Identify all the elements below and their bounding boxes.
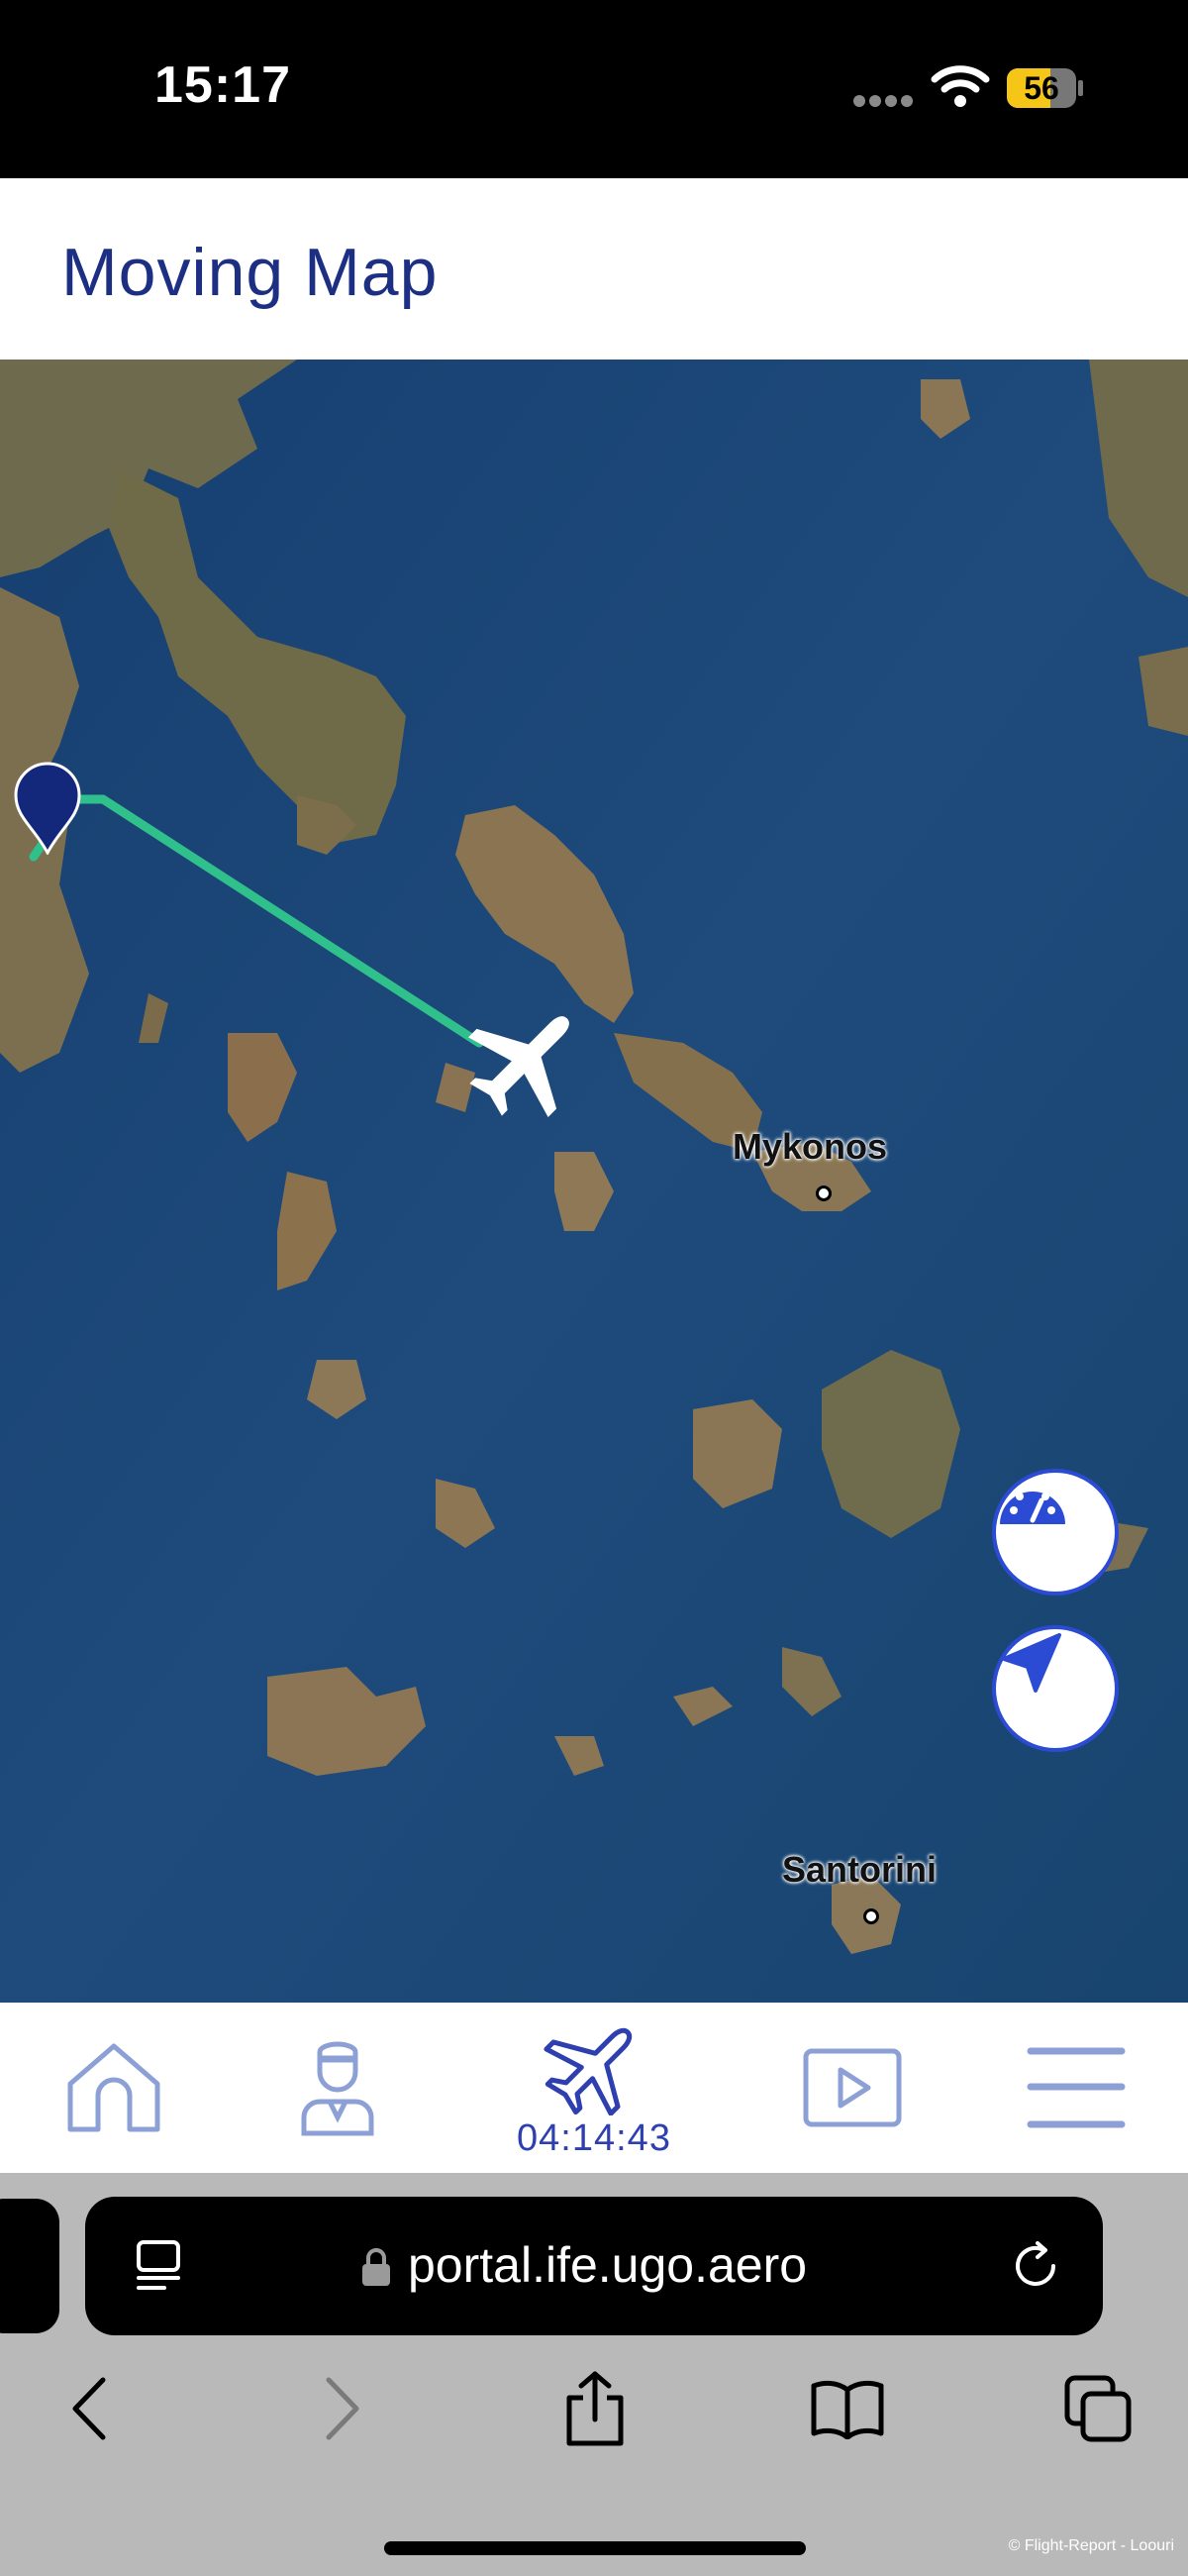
address-bar[interactable]: portal.ife.ugo.aero — [85, 2197, 1103, 2335]
browser-chrome: portal.ife.ugo.aero © Flight-Report - Lo… — [0, 2173, 1188, 2576]
back-button[interactable] — [50, 2369, 129, 2448]
share-icon — [566, 2371, 624, 2446]
flight-time-remaining: 04:14:43 — [517, 2116, 671, 2159]
reload-icon[interactable] — [1010, 2240, 1061, 2292]
nav-flight[interactable]: 04:14:43 — [475, 2003, 713, 2173]
status-bar: 15:17 56 — [0, 0, 1188, 178]
status-time: 15:17 — [154, 56, 291, 114]
forward-icon — [326, 2377, 359, 2440]
map-label-santorini: Santorini — [782, 1849, 938, 1890]
locate-button[interactable] — [992, 1625, 1119, 1752]
play-icon — [803, 2048, 902, 2127]
speed-info-button[interactable] — [992, 1469, 1119, 1596]
tabs-button[interactable] — [1053, 2369, 1142, 2448]
tabs-icon — [1064, 2375, 1132, 2442]
reader-mode-icon[interactable] — [135, 2238, 188, 2292]
previous-tab-preview[interactable] — [0, 2199, 59, 2333]
crew-icon — [301, 2041, 374, 2136]
mykonos-dot — [816, 1185, 832, 1201]
moving-map[interactable]: Mykonos Santorini — [0, 360, 1188, 2003]
bookmarks-icon — [811, 2380, 884, 2439]
satellite-map — [0, 360, 1188, 2003]
origin-pin-icon[interactable] — [12, 762, 83, 855]
nav-menu[interactable] — [1012, 2003, 1140, 2173]
nav-media[interactable] — [788, 2003, 917, 2173]
back-icon — [72, 2377, 106, 2440]
battery-level: 56 — [1024, 70, 1059, 106]
bookmarks-button[interactable] — [800, 2369, 895, 2448]
cellular-signal-icon — [853, 95, 915, 107]
page-header: Moving Map — [0, 178, 1188, 360]
nav-home[interactable] — [50, 2003, 178, 2173]
home-icon — [67, 2043, 160, 2132]
wifi-icon — [931, 61, 990, 109]
page-title: Moving Map — [61, 235, 439, 310]
lock-icon — [362, 2248, 390, 2286]
aircraft-position-icon — [461, 995, 590, 1124]
url-text[interactable]: portal.ife.ugo.aero — [408, 2236, 807, 2294]
forward-button[interactable] — [303, 2369, 382, 2448]
menu-icon — [1027, 2047, 1126, 2128]
share-button[interactable] — [550, 2369, 640, 2448]
speedometer-icon — [1000, 1492, 1065, 1524]
navigation-arrow-icon — [1002, 1633, 1061, 1693]
bottom-nav: 04:14:43 — [0, 2003, 1188, 2173]
plane-icon — [544, 2027, 633, 2115]
battery-icon: 56 — [1006, 67, 1085, 109]
santorini-dot — [863, 1908, 879, 1924]
nav-crew[interactable] — [273, 2003, 402, 2173]
map-label-mykonos: Mykonos — [733, 1126, 888, 1167]
watermark: © Flight-Report - Loouri — [1008, 2537, 1174, 2554]
home-indicator[interactable] — [384, 2541, 806, 2555]
